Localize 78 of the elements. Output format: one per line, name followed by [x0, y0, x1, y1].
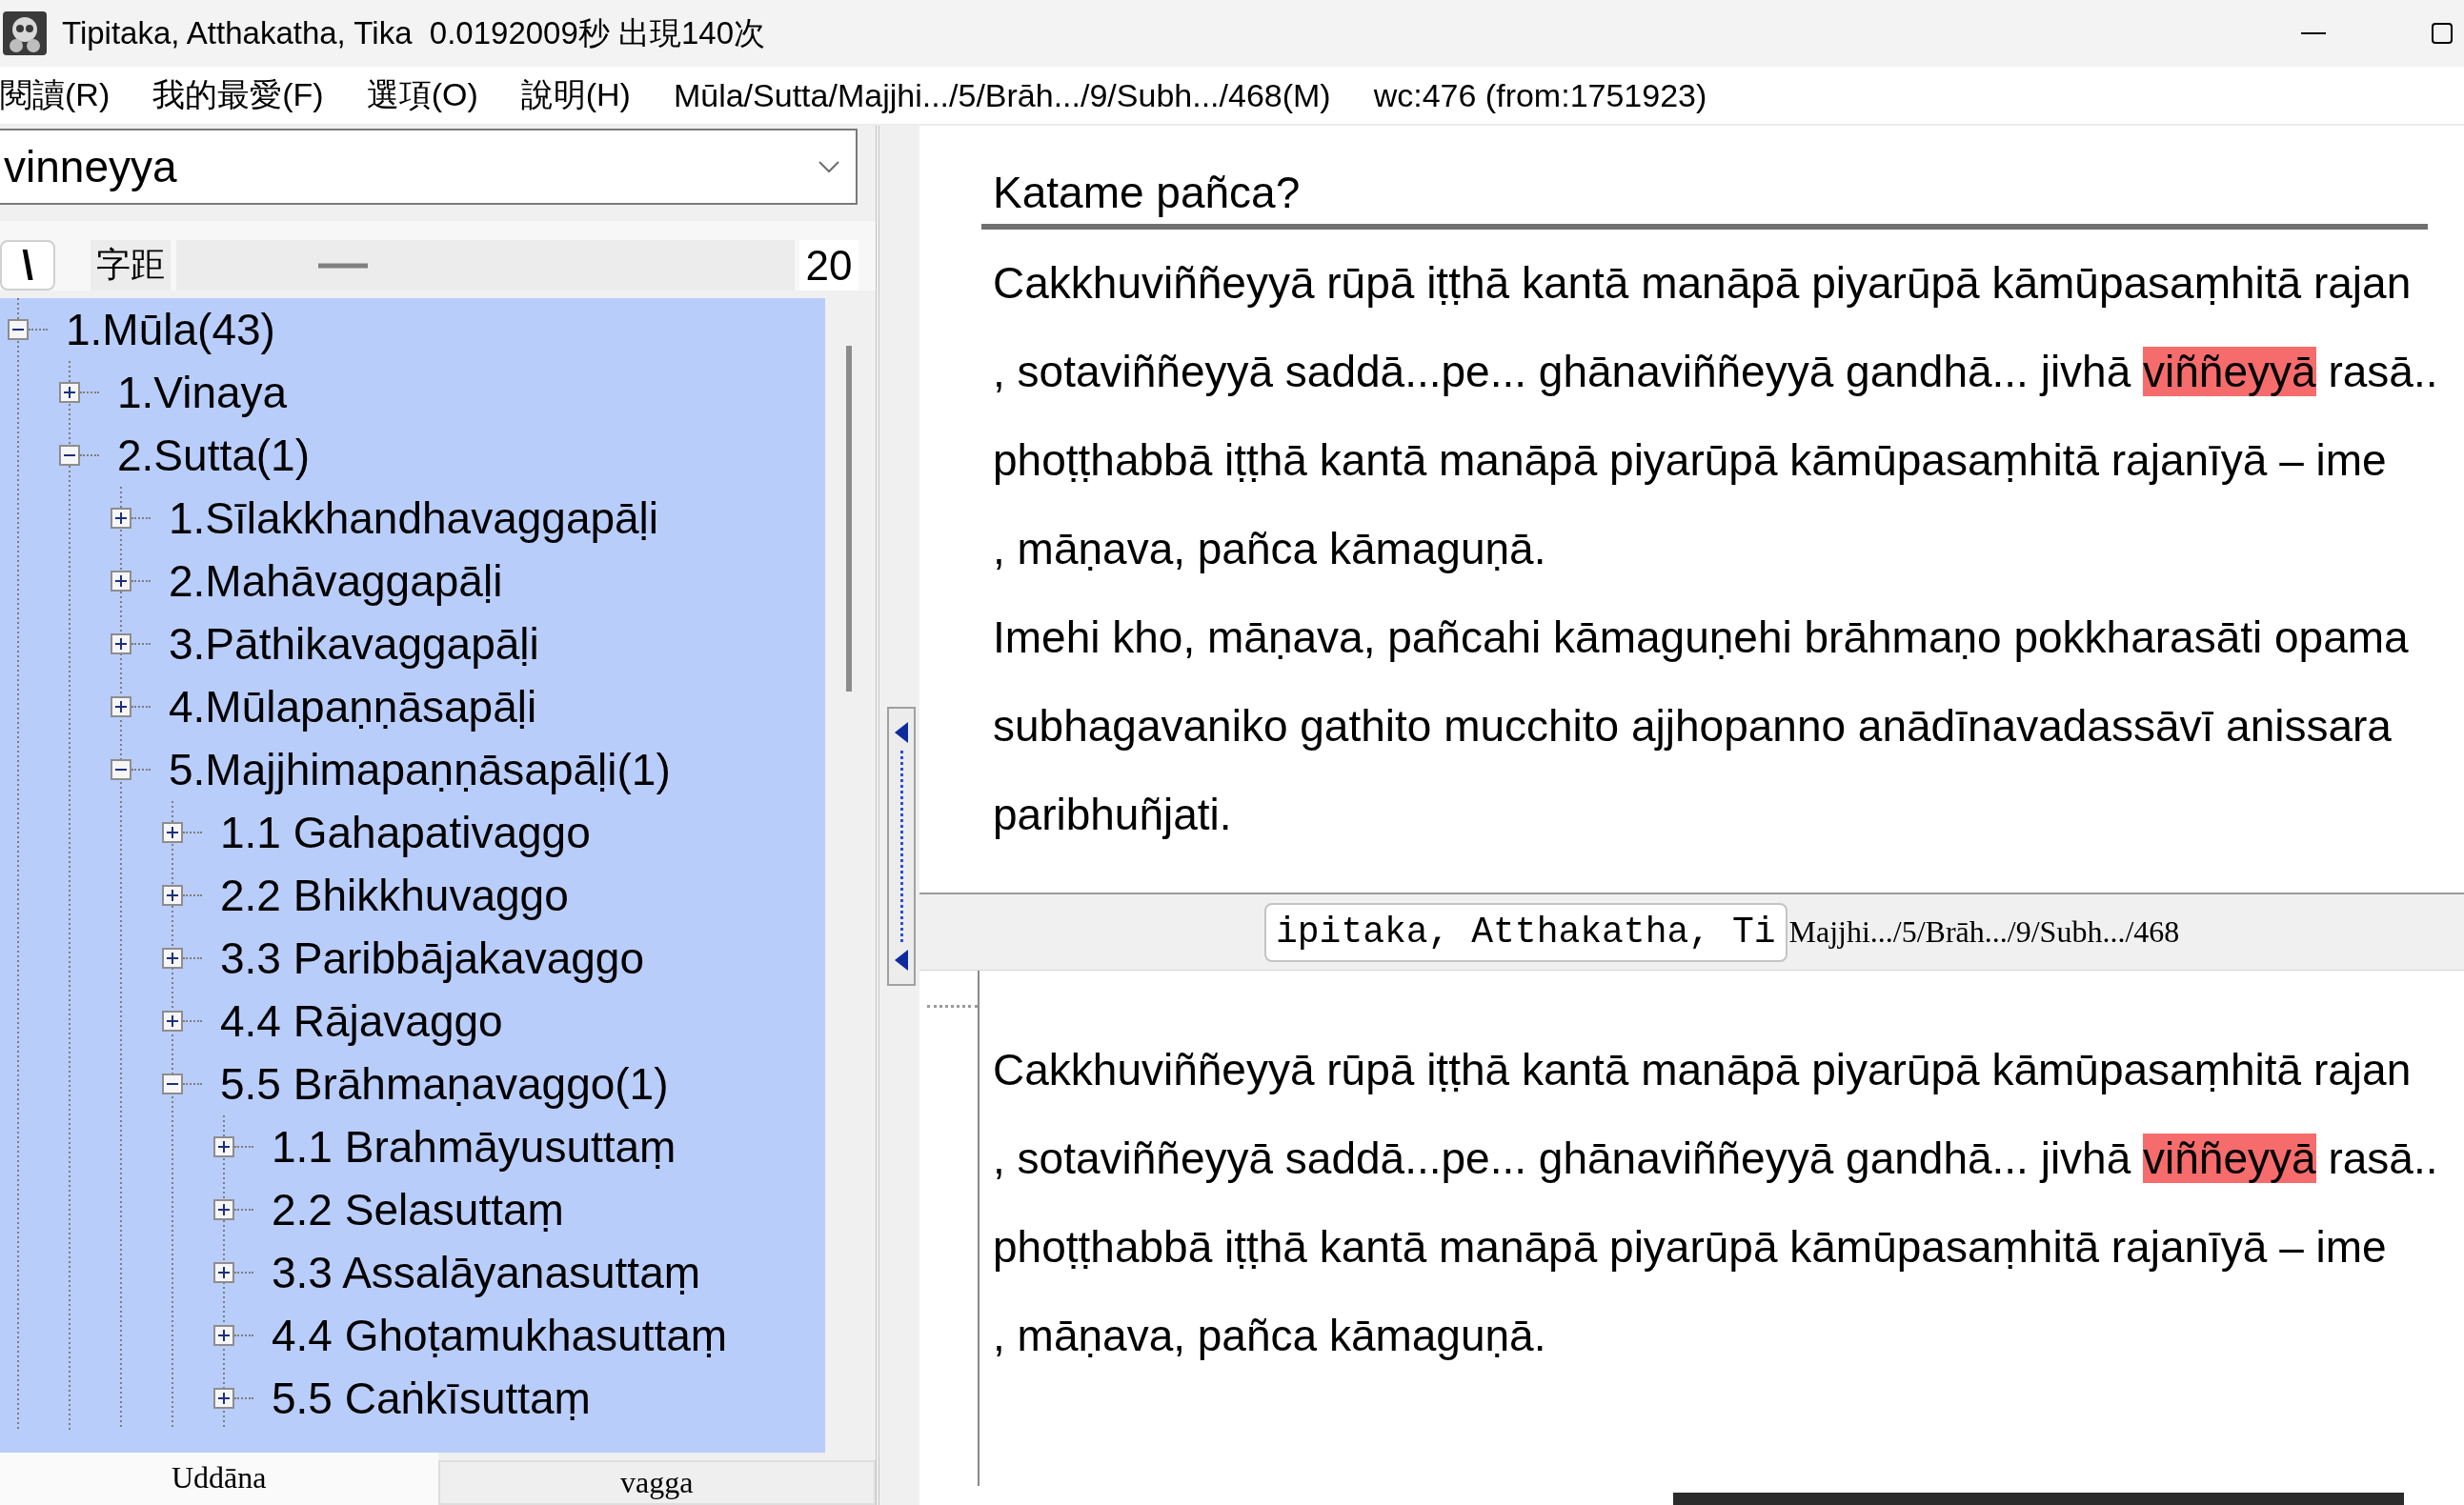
body-text: rasā..	[2327, 1134, 2438, 1183]
path-menu-item[interactable]: Mūla/Sutta/Majjhi.../5/Brāh.../9/Subh.../468(M)	[673, 76, 1331, 114]
window-title: Tipitaka, Atthakatha, Tika 0.0192009秒 出現140次	[62, 13, 766, 52]
minimize-icon[interactable]	[2301, 31, 2326, 35]
plus-box-icon[interactable]	[111, 571, 131, 592]
body-text: rasā..	[2327, 347, 2438, 396]
tree-item[interactable]: 1.Vinaya	[117, 367, 288, 418]
body-text: , sotaviññeyyā saddā...pe... ghānaviññeyyā gandhā... jivhā	[993, 1134, 2132, 1183]
plus-box-icon[interactable]	[213, 1388, 234, 1409]
slider-thumb[interactable]	[318, 263, 369, 268]
slider-track[interactable]	[176, 240, 795, 291]
plus-box-icon[interactable]	[213, 1136, 234, 1157]
menu-item[interactable]: 我的最愛(F)	[152, 73, 324, 117]
value-field[interactable]: 20	[799, 240, 858, 291]
body-text: phoṭṭhabbā iṭṭhā kantā manāpā piyarūpā kāmūpasaṃhitā rajanīyā – ime	[993, 1222, 2387, 1272]
tree-item[interactable]: 1.Mūla(43)	[66, 304, 275, 355]
plus-box-icon[interactable]	[111, 696, 131, 717]
minus-box-icon[interactable]	[111, 759, 131, 780]
splitter-button[interactable]	[887, 707, 916, 986]
scrollbar-thumb[interactable]	[846, 346, 852, 692]
spacing-label: 字距	[91, 240, 171, 291]
search-match: viññeyyā	[2143, 1134, 2316, 1183]
tree-item[interactable]: 2.Sutta(1)	[117, 430, 310, 481]
menu-item[interactable]: 閱讀(R)	[0, 73, 111, 117]
word-count-text: wc:476 (from:1751923)	[1373, 76, 1707, 114]
tree-item[interactable]: 2.2 Selasuttaṃ	[272, 1184, 564, 1235]
caret-left-icon	[895, 722, 908, 743]
tree-item[interactable]: 5.Majjhimapaṇṇāsapāḷi(1)	[169, 744, 671, 795]
search-combo[interactable]: vinneyya	[0, 129, 858, 205]
plus-box-icon[interactable]	[162, 1011, 183, 1032]
plus-box-icon[interactable]	[59, 382, 80, 403]
logo-icon	[3, 11, 47, 55]
tree-item[interactable]: 1.Sīlakkhandhavaggapāḷi	[169, 492, 659, 544]
plus-box-icon[interactable]	[162, 822, 183, 843]
body-text: subhagavaniko gathito mucchito ajjhopanno anādīnavadassāvī anissara	[993, 701, 2392, 751]
body-text: Imehi kho, māṇava, pañcahi kāmaguṇehi brāhmaṇo pokkharasāti opama	[993, 612, 2409, 662]
tab[interactable]: vagga	[437, 1460, 876, 1505]
tree-item[interactable]: 4.4 Ghoṭamukhasuttaṃ	[272, 1310, 728, 1361]
caret-left-icon	[895, 950, 908, 971]
menu-item[interactable]: 說明(H)	[520, 73, 631, 117]
body-text: , sotaviññeyyā saddā...pe... ghānaviññeyyā gandhā... jivhā	[993, 347, 2132, 396]
minus-box-icon[interactable]	[59, 445, 80, 466]
plus-box-icon[interactable]	[111, 508, 131, 529]
plus-box-icon[interactable]	[162, 948, 183, 969]
backslash-button[interactable]: \	[0, 240, 55, 291]
minus-box-icon[interactable]	[8, 319, 29, 340]
path-text: Majjhi.../5/Brāh.../9/Subh.../468	[1788, 914, 2180, 950]
tree-item[interactable]: 5.5 Caṅkīsuttaṃ	[272, 1373, 591, 1424]
body-text: Cakkhuviññeyyā rūpā iṭṭhā kantā manāpā piyarūpā kāmūpasaṃhitā rajan	[993, 258, 2412, 308]
chevron-down-icon[interactable]	[818, 160, 840, 173]
search-match: viññeyyā	[2143, 347, 2316, 396]
tree-item[interactable]: 5.5 Brāhmaṇavaggo(1)	[220, 1058, 669, 1110]
plus-box-icon[interactable]	[213, 1325, 234, 1346]
title-field[interactable]: ipitaka, Atthakatha, Ti	[1264, 902, 1787, 962]
body-text: , māṇava, pañca kāmaguṇā.	[993, 1311, 1546, 1360]
tree-item[interactable]: 4.4 Rājavaggo	[220, 995, 503, 1047]
heading: Katame pañca?	[993, 167, 1301, 219]
minus-box-icon[interactable]	[162, 1074, 183, 1094]
plus-box-icon[interactable]	[111, 633, 131, 654]
plus-box-icon[interactable]	[162, 885, 183, 906]
tree-item[interactable]: 4.Mūlapaṇṇāsapāḷi	[169, 681, 537, 732]
body-text: paribhuñjati.	[993, 790, 1232, 839]
tab[interactable]: Uddāna	[0, 1453, 438, 1505]
tree-item[interactable]: 2.Mahāvaggapāḷi	[169, 555, 503, 607]
tree-item[interactable]: 1.1 Gahapativaggo	[220, 807, 591, 858]
tree-item[interactable]: 3.3 Paribbājakavaggo	[220, 933, 644, 984]
tree-item[interactable]: 2.2 Bhikkhuvaggo	[220, 870, 569, 921]
tree-item[interactable]: 3.3 Assalāyanasuttaṃ	[272, 1247, 701, 1298]
body-text: Cakkhuviññeyyā rūpā iṭṭhā kantā manāpā piyarūpā kāmūpasaṃhitā rajan	[993, 1045, 2412, 1094]
menu-item[interactable]: 選項(O)	[366, 73, 478, 117]
scrollbar-thumb[interactable]	[1673, 1493, 2404, 1505]
plus-box-icon[interactable]	[213, 1199, 234, 1220]
tree-item[interactable]: 1.1 Brahmāyusuttaṃ	[272, 1121, 677, 1173]
plus-box-icon[interactable]	[213, 1262, 234, 1283]
body-text: , māṇava, pañca kāmaguṇā.	[993, 524, 1546, 573]
body-text: phoṭṭhabbā iṭṭhā kantā manāpā piyarūpā kāmūpasaṃhitā rajanīyā – ime	[993, 435, 2387, 485]
maximize-icon[interactable]	[2432, 23, 2453, 44]
tree-item[interactable]: 3.Pāthikavaggapāḷi	[169, 618, 539, 670]
